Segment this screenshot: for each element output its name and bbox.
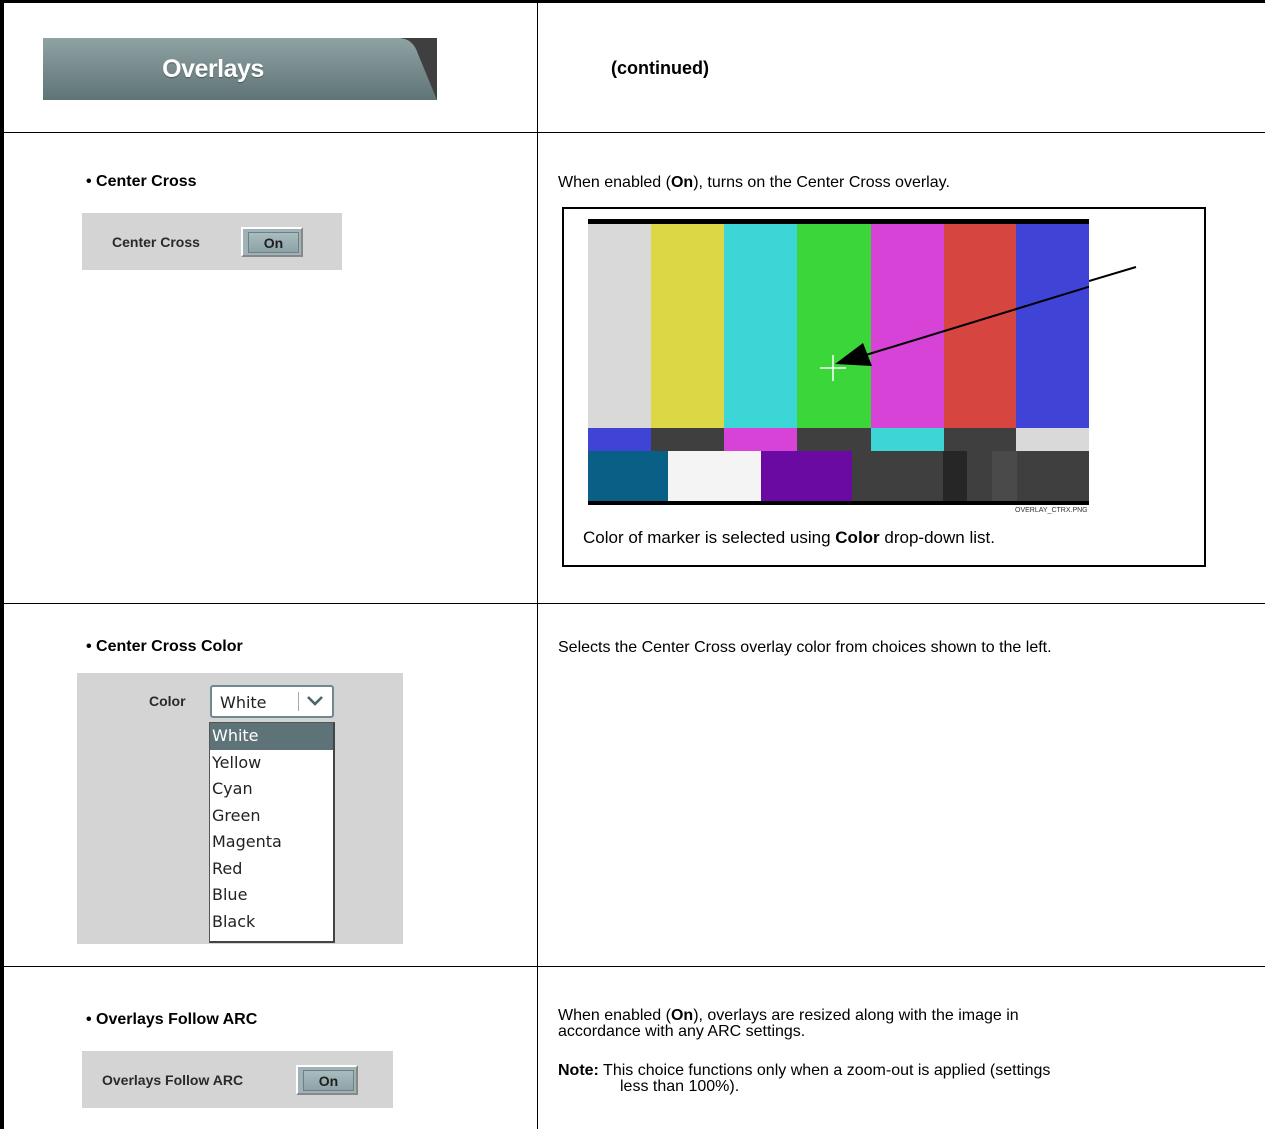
bar-green — [797, 224, 871, 428]
center-cross-toggle-value: On — [248, 232, 299, 253]
table-center-divider — [537, 0, 538, 1129]
arrow-overflow — [1089, 266, 1137, 282]
note-label: Note: — [558, 1062, 599, 1079]
desc-text: When enabled ( — [558, 1007, 671, 1024]
select-separator — [298, 692, 299, 711]
color-select[interactable]: White — [210, 685, 334, 718]
desc-text: When enabled ( — [558, 174, 671, 191]
caption-text: Color of marker is selected using — [583, 528, 836, 547]
overlays-tab[interactable]: Overlays — [43, 38, 437, 100]
bar-red — [944, 224, 1016, 428]
row-divider — [0, 966, 1265, 967]
figure-caption: Color of marker is selected using Color … — [583, 528, 995, 548]
overlays-follow-arc-toggle[interactable]: On — [296, 1065, 358, 1095]
desc-bold: On — [670, 1007, 694, 1024]
header-divider — [0, 132, 1265, 133]
color-options-list: White Yellow Cyan Green Magenta Red Blue… — [209, 722, 335, 943]
bar-blue — [1016, 224, 1089, 428]
table-left-border — [0, 0, 4, 1129]
desc-text: ), overlays are resized along with the i… — [693, 1007, 1019, 1024]
caption-bold: Color — [835, 528, 880, 547]
desc-line: When enabled (On), overlays are resized … — [558, 1008, 1019, 1024]
desc-bold: On — [670, 174, 694, 191]
desc-line: accordance with any ARC settings. — [558, 1023, 806, 1040]
color-option[interactable]: Red — [210, 856, 333, 883]
note-text: This choice functions only when a zoom-o… — [603, 1062, 1051, 1079]
overlays-follow-arc-panel: Overlays Follow ARC On — [82, 1051, 393, 1108]
center-cross-toggle[interactable]: On — [241, 227, 303, 257]
continued-label: (continued) — [611, 58, 709, 78]
table-top-border — [0, 0, 1265, 3]
figure-filename: OVERLAY_CTRX.PNG — [1015, 507, 1088, 514]
center-cross-label: Center Cross — [112, 234, 200, 250]
center-cross-title: • Center Cross — [86, 173, 197, 190]
note-line: Note: This choice functions only when a … — [558, 1063, 1050, 1079]
row-divider — [0, 603, 1265, 604]
color-bars-image — [588, 219, 1089, 505]
bar-white — [588, 224, 651, 428]
overlays-follow-arc-label: Overlays Follow ARC — [102, 1072, 244, 1088]
color-option[interactable]: Magenta — [210, 829, 333, 856]
center-cross-description: When enabled (On), turns on the Center C… — [558, 173, 950, 192]
center-cross-color-title: • Center Cross Color — [86, 638, 243, 655]
caption-text: drop-down list. — [879, 528, 995, 547]
color-select-value: White — [220, 693, 267, 712]
desc-text: ), turns on the Center Cross overlay. — [693, 174, 950, 191]
color-option[interactable]: Black — [210, 909, 333, 936]
bar-yellow — [651, 224, 724, 428]
color-option[interactable]: Blue — [210, 882, 333, 909]
color-label: Color — [149, 693, 186, 709]
bar-magenta — [871, 224, 944, 428]
note-line: less than 100%). — [620, 1078, 740, 1095]
color-option[interactable]: Yellow — [210, 750, 333, 777]
color-option[interactable]: White — [210, 723, 333, 750]
color-option[interactable]: Green — [210, 803, 333, 830]
center-cross-panel: Center Cross On — [82, 213, 342, 270]
overlays-follow-arc-title: • Overlays Follow ARC — [86, 1011, 258, 1028]
tab-label: Overlays — [162, 55, 264, 83]
chevron-down-icon[interactable] — [304, 691, 326, 711]
center-cross-color-description: Selects the Center Cross overlay color f… — [558, 639, 1052, 656]
bar-cyan — [724, 224, 797, 428]
color-option[interactable]: Cyan — [210, 776, 333, 803]
overlays-follow-arc-description: When enabled (On), overlays are resized … — [558, 1008, 1019, 1040]
overlays-follow-arc-toggle-value: On — [303, 1070, 354, 1091]
note: Note: This choice functions only when a … — [558, 1063, 1050, 1095]
